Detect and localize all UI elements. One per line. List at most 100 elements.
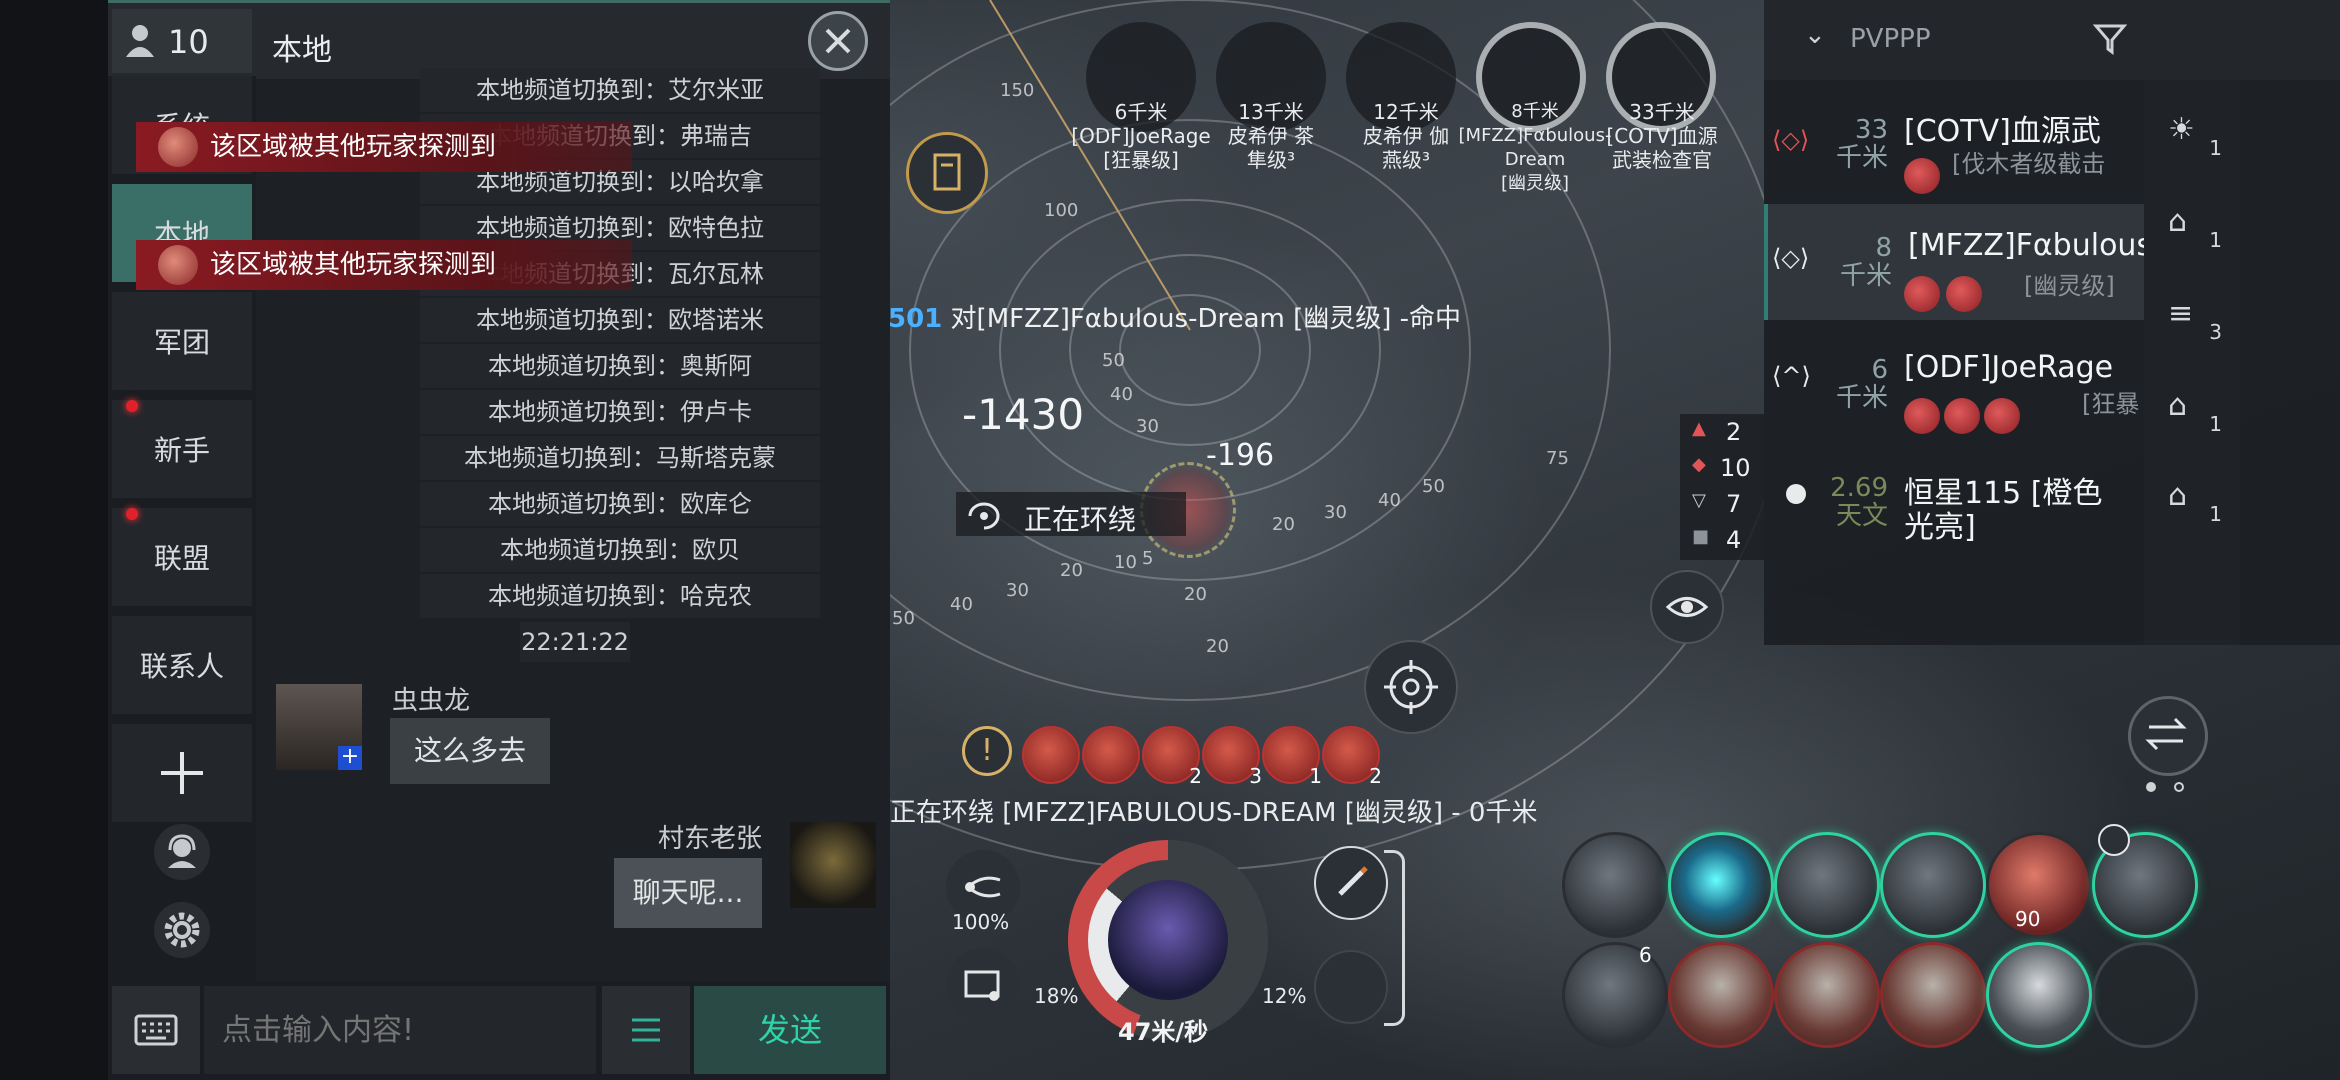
avatar[interactable] (790, 822, 876, 908)
orbit-status: 正在环绕 [MFZZ]FABULOUS-DREAM [幽灵级] - 0千米 (890, 798, 1538, 828)
menu-button[interactable] (602, 986, 690, 1074)
monitor-icon (964, 970, 1000, 1001)
close-icon (825, 28, 851, 54)
overview-row[interactable]: ⟨^⟩ 6 千米 [ODF]JoeRage [狂暴 (1764, 322, 2142, 438)
ship-portrait (1108, 880, 1228, 1000)
hit-damage: 501 (888, 304, 943, 334)
side-count: 1 (2209, 136, 2222, 160)
tab-corp[interactable]: 军团 (112, 292, 252, 390)
system-message: 本地频道切换到：马斯塔克蒙 (420, 436, 820, 480)
drone-button[interactable] (1314, 846, 1388, 920)
add-contact-icon[interactable]: + (338, 746, 362, 770)
person-icon (126, 25, 154, 57)
overview-row[interactable]: 2.69 天文 恒星115 [橙色 光亮] (1764, 440, 2142, 556)
chat-bubble: 聊天呢... (614, 858, 762, 928)
system-message: 本地频道切换到：欧库仑 (420, 482, 820, 526)
status-badge (1904, 158, 1940, 194)
module-slot[interactable] (1668, 942, 1774, 1048)
module-slot[interactable] (1774, 832, 1880, 938)
range-label: 100 (1044, 200, 1079, 221)
crosshair-icon (1384, 660, 1438, 714)
camera-button[interactable] (946, 948, 1020, 1022)
row-class: 光亮] (1904, 510, 1976, 545)
close-button[interactable] (808, 11, 868, 71)
system-message: 本地频道切换到：欧贝 (420, 528, 820, 572)
settings-button[interactable] (154, 902, 210, 958)
side-count: 1 (2209, 412, 2222, 436)
target-label: 13千米 皮希伊 茶隼级³ (1196, 100, 1346, 172)
overview-row[interactable]: ⟨◇⟩ 8 千米 [MFZZ]Fαbulous- [幽灵级] (1764, 204, 2163, 320)
station-icon[interactable]: ⌂ 1 (2168, 204, 2222, 252)
tab-rookie[interactable]: 新手 (112, 400, 252, 498)
alert-text: 该区域被其他玩家探测到 (210, 132, 497, 162)
visibility-button[interactable] (1650, 570, 1724, 644)
target-label: 33千米 [COTV]血源 武装检查官 (1600, 100, 1724, 172)
keyboard-icon (134, 1014, 178, 1046)
system-message: 本地频道切换到：奥斯阿 (420, 344, 820, 388)
orbit-indicator[interactable]: 正在环绕 (956, 492, 1186, 536)
tab-label: 联盟 (153, 542, 210, 575)
overview-preset[interactable]: PVPPP (1850, 24, 1931, 54)
ship-speed: 47米/秒 (1118, 1018, 1209, 1046)
filter-row[interactable]: ▲ 2 (1680, 418, 1764, 450)
range-label: 20 (1184, 584, 1207, 605)
range-label: 5 (1142, 548, 1154, 569)
send-button[interactable]: 发送 (694, 986, 886, 1074)
side-count: 1 (2209, 502, 2222, 526)
menu-icon (632, 1018, 660, 1042)
scramble-icon (1022, 726, 1080, 784)
filter-icon[interactable] (2090, 18, 2130, 58)
chevron-down-icon[interactable]: ⌄ (1804, 20, 1826, 50)
tab-alliance[interactable]: 联盟 (112, 508, 252, 606)
page-dot-active[interactable] (2146, 782, 2156, 792)
row-distance: 33 千米 (1835, 115, 1888, 173)
filter-row[interactable]: ◆ 10 (1680, 454, 1764, 486)
hit-log: 501 对[MFZZ]Fαbulous-Dream [幽灵级] -命中 (888, 298, 1461, 335)
ship-type-icon: ⟨◇⟩ (1772, 244, 1810, 272)
triangle-icon: ▲ (1692, 418, 1706, 439)
range-label: 30 (1006, 580, 1029, 601)
status-badge (1904, 276, 1940, 312)
target-dist: 33千米 (1629, 100, 1695, 124)
module-slot[interactable] (1562, 832, 1668, 938)
module-slot[interactable]: 90 (1986, 832, 2092, 938)
range-label: 150 (1000, 80, 1035, 101)
module-slot[interactable] (1880, 942, 1986, 1048)
empty-module-slot[interactable] (2092, 942, 2198, 1048)
module-slot[interactable] (1668, 832, 1774, 938)
structure-icon[interactable]: ≡ 3 (2168, 296, 2222, 344)
module-slot[interactable]: 6 (1562, 942, 1668, 1048)
detection-alert: 该区域被其他玩家探测到 (136, 122, 632, 172)
member-count-box[interactable]: 10 (112, 9, 252, 73)
member-count: 10 (168, 23, 209, 61)
warning-icon: ! (962, 726, 1012, 776)
lock-target-button[interactable] (1364, 640, 1458, 734)
quick-access-button[interactable] (906, 132, 988, 214)
empty-slot[interactable] (1314, 950, 1388, 1024)
orbit-icon (968, 502, 1000, 530)
tab-contacts[interactable]: 联系人 (112, 616, 252, 714)
filter-row[interactable]: ▽ 7 (1680, 490, 1764, 522)
swap-button[interactable] (2128, 696, 2208, 776)
voice-button[interactable] (154, 824, 210, 880)
avatar[interactable]: + (276, 684, 362, 770)
orbit-label: 正在环绕 (1024, 503, 1137, 536)
channel-sidebar: 系统 本地 军团 新手 联盟 联系人 (108, 76, 256, 1080)
gate-icon[interactable]: ⌂ 1 (2168, 388, 2222, 436)
add-channel-button[interactable] (112, 724, 252, 822)
module-slot[interactable] (1880, 832, 1986, 938)
filter-row[interactable]: ■ 4 (1680, 526, 1764, 558)
hit-text: 对[MFZZ]Fαbulous-Dream [幽灵级] -命中 (950, 304, 1462, 334)
overview-row[interactable]: ⟨◇⟩ 33 千米 [COTV]血源武 [伐木者级截击 (1764, 86, 2142, 202)
gear-icon (164, 912, 200, 948)
sun-icon[interactable]: ☀ 1 (2168, 112, 2222, 160)
plus-icon (161, 752, 203, 794)
ewar-icon: 1 (1262, 726, 1322, 788)
page-dot[interactable] (2174, 782, 2184, 792)
keyboard-button[interactable] (112, 986, 200, 1074)
chat-input[interactable] (204, 986, 596, 1074)
module-slot[interactable] (1774, 942, 1880, 1048)
row-name: [MFZZ]Fαbulous- (1908, 228, 2163, 263)
ship-icon[interactable]: ⌂ 1 (2168, 478, 2222, 526)
module-slot[interactable] (1986, 942, 2092, 1048)
